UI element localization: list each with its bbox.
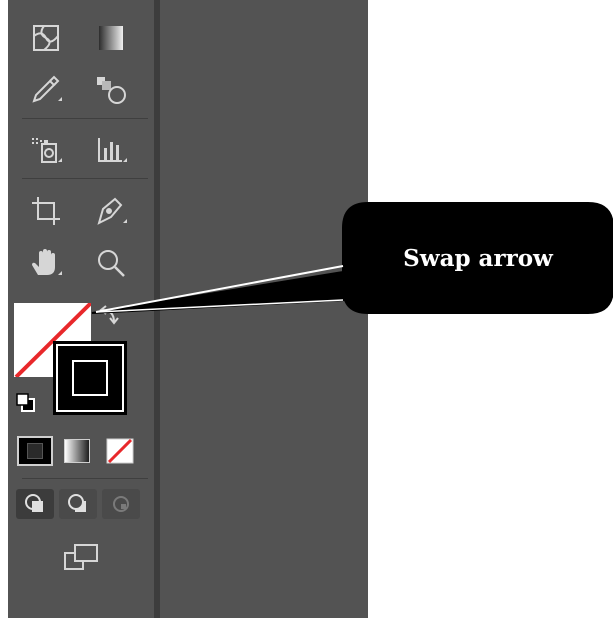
callout-label: Swap arrow [403, 244, 553, 272]
